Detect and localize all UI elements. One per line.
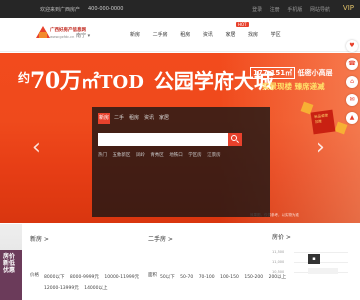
welcome-text: 欢迎来到广西房产 bbox=[40, 7, 81, 13]
sub-text: 低密小高层 bbox=[297, 69, 333, 77]
y-tick: 10,500 bbox=[272, 270, 285, 274]
tab-home[interactable]: 家居 bbox=[158, 113, 170, 124]
price-option[interactable]: 10000-11999元 bbox=[104, 275, 139, 280]
price-option[interactable]: 14000以上 bbox=[84, 286, 107, 291]
nav-item-newhome[interactable]: 新房 bbox=[130, 31, 140, 38]
promo-tag: 新品载誉加推 bbox=[310, 109, 336, 135]
nav-item-find[interactable]: 找房 bbox=[248, 31, 258, 38]
slogan-prefix: 约 bbox=[18, 71, 31, 85]
search-tabs: 新房 二手 租房 资讯 家居 bbox=[98, 113, 173, 124]
hot-keywords: 热门 五象新区 凤岭 青秀区 地铁口 学区房 江景房 bbox=[98, 152, 225, 158]
chart-legend: ▪ bbox=[308, 254, 320, 264]
area-option[interactable]: 50以下 bbox=[160, 275, 175, 280]
area-option[interactable]: 50-70 bbox=[180, 275, 193, 280]
price-trend-chart: 房价 > 11,500 11,000 10,500 ▪ bbox=[268, 224, 360, 300]
price-option[interactable]: 12000-13999元 bbox=[44, 286, 79, 291]
vip-crown-icon[interactable]: VIP bbox=[343, 4, 354, 12]
sub-area: 177-151㎡ bbox=[250, 67, 296, 79]
favorite-icon[interactable]: ♥ bbox=[346, 40, 358, 52]
area-label: 面积 bbox=[148, 273, 157, 278]
floating-toolbar: ♥ ☎ ⌂ ✉ ▲ bbox=[346, 40, 360, 130]
listing-section: 房价新低优惠 新房 > 二手房 > 价格 8000以下 8000-9999元 1… bbox=[0, 224, 360, 300]
nav-item-rent[interactable]: 租房 bbox=[180, 31, 190, 38]
hot-keyword[interactable]: 地铁口 bbox=[169, 153, 183, 158]
tab-resale[interactable]: 二手 bbox=[113, 113, 125, 124]
search-icon-handle bbox=[236, 140, 239, 144]
back-to-top-icon[interactable]: ▲ bbox=[346, 112, 358, 124]
newhome-title[interactable]: 新房 > bbox=[30, 234, 49, 243]
next-arrow-icon[interactable]: › bbox=[316, 135, 325, 160]
logo-mark-accent bbox=[39, 32, 47, 38]
search-button[interactable] bbox=[228, 133, 242, 146]
resale-title[interactable]: 二手房 > bbox=[148, 234, 173, 243]
slogan-tod: TOD bbox=[99, 72, 144, 93]
chart-title[interactable]: 房价 > bbox=[272, 232, 291, 241]
city-selector[interactable]: 南宁 ▾ bbox=[76, 32, 90, 39]
hot-keywords-label: 热门 bbox=[98, 153, 107, 158]
banner-subtitle-2: 实景现楼 臻席递减 bbox=[262, 82, 325, 91]
area-option[interactable]: 150-200 bbox=[244, 275, 263, 280]
nav-item-home[interactable]: 家居 bbox=[225, 31, 235, 38]
nav-item-resale[interactable]: 二手房 bbox=[153, 31, 168, 38]
nav-item-news[interactable]: 资讯 bbox=[203, 31, 213, 38]
price-option[interactable]: 8000以下 bbox=[44, 275, 64, 280]
price-label: 价格 bbox=[30, 273, 39, 278]
slogan-unit: ㎡ bbox=[81, 72, 100, 93]
mobile-link[interactable]: 手机版 bbox=[287, 7, 302, 13]
hot-keyword[interactable]: 青秀区 bbox=[150, 153, 164, 158]
hot-keyword[interactable]: 江景房 bbox=[207, 153, 221, 158]
hotline: 400-000-0000 bbox=[88, 6, 124, 12]
grid-line bbox=[294, 252, 348, 253]
promo-sticker[interactable]: 新品载誉加推 bbox=[300, 101, 350, 139]
hot-keyword[interactable]: 五象新区 bbox=[112, 153, 130, 158]
area-option[interactable]: 70-100 bbox=[199, 275, 215, 280]
prev-arrow-icon[interactable]: ‹ bbox=[32, 135, 41, 160]
home-icon[interactable]: ⌂ bbox=[346, 76, 358, 88]
site-nav-link[interactable]: 网站导航 bbox=[310, 7, 330, 13]
slogan-big: 70万 bbox=[30, 68, 82, 94]
y-tick: 11,500 bbox=[272, 250, 285, 254]
login-link[interactable]: 登录 bbox=[252, 7, 262, 13]
y-tick: 11,000 bbox=[272, 260, 285, 264]
chart-tooltip bbox=[308, 268, 338, 274]
side-ad[interactable]: 房价新低优惠 bbox=[0, 250, 22, 300]
tab-news[interactable]: 资讯 bbox=[143, 113, 155, 124]
area-option[interactable]: 100-150 bbox=[220, 275, 239, 280]
tab-rent[interactable]: 租房 bbox=[128, 113, 140, 124]
top-links: 登录 注册 手机版 网站导航 bbox=[246, 6, 330, 13]
price-option[interactable]: 8000-9999元 bbox=[70, 275, 99, 280]
nav-item-school[interactable]: 学区 bbox=[271, 31, 281, 38]
tab-newhome[interactable]: 新房 bbox=[98, 113, 110, 124]
message-icon[interactable]: ✉ bbox=[346, 94, 358, 106]
logo-url: www.gxfdc.cn bbox=[50, 35, 75, 39]
search-input[interactable] bbox=[98, 133, 228, 146]
main-nav: 新房 二手房 租房 资讯 家居 找房 学区 bbox=[130, 31, 292, 38]
price-filter: 8000以下 8000-9999元 10000-11999元 12000-139… bbox=[44, 272, 143, 294]
register-link[interactable]: 注册 bbox=[270, 7, 280, 13]
search-panel: 新房 二手 租房 资讯 家居 热门 五象新区 凤岭 青秀区 地铁口 学区房 江景房 bbox=[92, 107, 270, 217]
top-bar: 欢迎来到广西房产 400-000-0000 登录 注册 手机版 网站导航 VIP bbox=[0, 0, 360, 18]
banner-slogan: 约70万㎡TOD 公园学府大城 bbox=[18, 63, 274, 95]
site-logo[interactable]: 广西好房产信息网 www.gxfdc.cn bbox=[36, 24, 86, 46]
site-header: 广西好房产信息网 www.gxfdc.cn 南宁 ▾ 新房 二手房 租房 资讯 … bbox=[0, 18, 360, 52]
phone-icon[interactable]: ☎ bbox=[346, 58, 358, 70]
hot-badge: HOT bbox=[236, 22, 249, 27]
hot-keyword[interactable]: 学区房 bbox=[188, 153, 202, 158]
hot-keyword[interactable]: 凤岭 bbox=[136, 153, 145, 158]
grid-line bbox=[294, 262, 348, 263]
banner-subtitle: 177-151㎡ 低密小高层 bbox=[250, 67, 333, 79]
